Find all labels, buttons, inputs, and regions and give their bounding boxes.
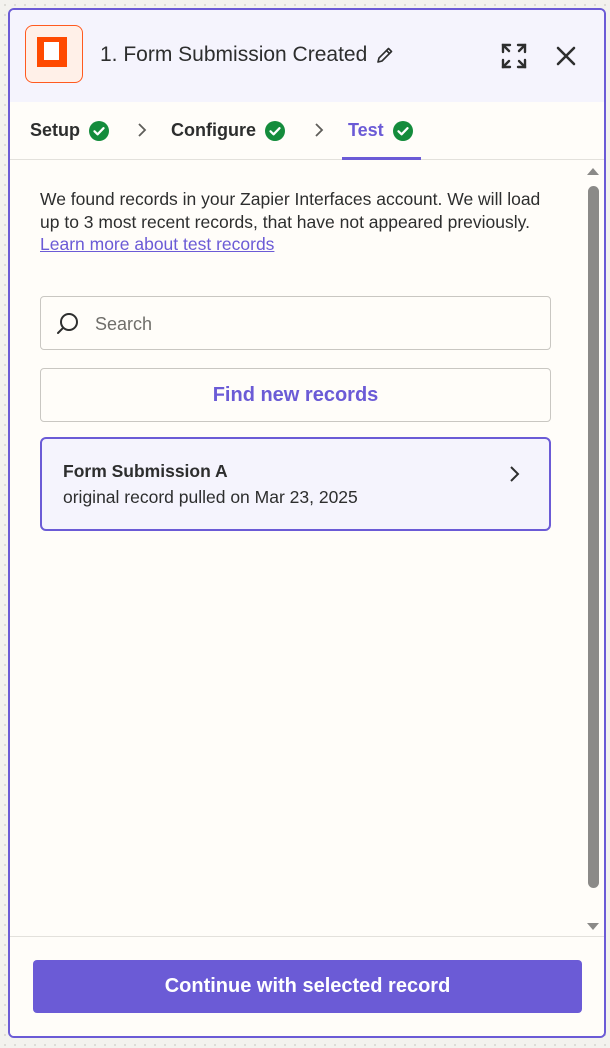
step-tabs: Setup Configure Test [10,102,604,160]
check-circle-icon [392,120,413,141]
chevron-right-icon [315,123,324,137]
intro-text: We found records in your Zapier Interfac… [40,189,541,232]
step-title[interactable]: 1. Form Submission Created [100,43,367,67]
close-icon[interactable] [554,44,578,68]
step-panel: 1. Form Submission Created Setup Configu… [8,8,606,1038]
scrollbar-thumb[interactable] [588,186,599,888]
record-item[interactable]: Form Submission A original record pulled… [40,437,551,531]
check-circle-icon [265,120,285,141]
chevron-right-icon [510,466,520,482]
panel-footer: Continue with selected record [10,936,604,1036]
step-title-row[interactable]: 1. Form Submission Created [100,43,395,67]
search-input[interactable] [93,297,537,351]
find-new-records-button[interactable]: Find new records [40,368,551,422]
tab-label: Test [348,120,384,140]
tab-test[interactable]: Test [342,102,421,160]
panel-header: 1. Form Submission Created [10,10,604,102]
record-subtitle: original record pulled on Mar 23, 2025 [63,487,358,507]
record-title: Form Submission A [63,461,228,481]
edit-pencil-icon[interactable] [375,45,395,65]
zapier-interfaces-icon [25,25,83,83]
chevron-right-icon [138,123,147,137]
scroll-up-arrow-icon[interactable] [586,166,600,176]
tab-label: Setup [30,120,81,140]
scroll-down-arrow-icon[interactable] [586,922,600,932]
learn-more-link[interactable]: Learn more about test records [40,233,560,256]
search-box[interactable] [40,296,551,351]
intro-block: We found records in your Zapier Interfac… [40,188,560,256]
tab-configure[interactable]: Configure [171,102,285,159]
expand-icon[interactable] [500,42,528,70]
search-icon [57,313,78,334]
test-content: We found records in your Zapier Interfac… [10,160,604,936]
check-circle-icon [89,120,110,141]
continue-button[interactable]: Continue with selected record [33,960,582,1013]
tab-label: Configure [171,120,256,140]
tab-setup[interactable]: Setup [30,102,110,159]
